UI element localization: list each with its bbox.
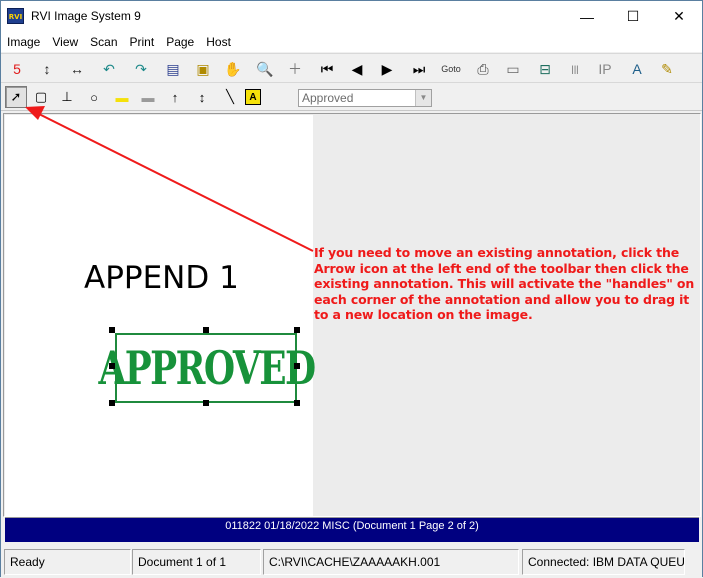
double-arrow-line-icon[interactable]: ↕	[191, 86, 213, 108]
window-title: RVI Image System 9	[31, 9, 141, 23]
menu-print[interactable]: Print	[124, 32, 161, 52]
menu-scan[interactable]: Scan	[84, 32, 123, 52]
zoom-icon[interactable]: 🔍	[253, 58, 277, 80]
handle-top-left[interactable]	[109, 327, 115, 333]
handle-top-right[interactable]	[294, 327, 300, 333]
handle-top-middle[interactable]	[203, 327, 209, 333]
close-button[interactable]: ✕	[656, 1, 702, 32]
first-page-icon[interactable]: ⏮	[315, 58, 339, 80]
goto-page-icon[interactable]: Goto	[439, 58, 463, 80]
menu-bar: Image View Scan Print Page Host	[1, 32, 702, 52]
stamp-icon[interactable]: ⊥	[56, 86, 78, 108]
hand-pan-icon[interactable]: ✋	[221, 58, 245, 80]
status-document: Document 1 of 1	[132, 549, 261, 575]
handle-bottom-left[interactable]	[109, 400, 115, 406]
approved-stamp-annotation[interactable]: APPROVED	[98, 333, 316, 403]
previous-page-icon[interactable]: ◀	[345, 58, 369, 80]
text-note-icon[interactable]: A	[245, 89, 261, 105]
title-bar[interactable]: RVI RVI Image System 9 — ☐ ✕	[1, 1, 702, 32]
rotate-left-icon[interactable]: ↶	[97, 58, 121, 80]
select-area-icon[interactable]: ▣	[191, 58, 215, 80]
rvi-logo-icon: RVI	[7, 8, 24, 24]
status-bar: Ready Document 1 of 1 C:\RVI\CACHE\ZAAAA…	[1, 546, 702, 577]
menu-view[interactable]: View	[46, 32, 84, 52]
annotation-toolbar: Approved ▼ ➚ ▢ ⊥ ○ ▬ ▬ ↑ ↕ ╲ A	[1, 84, 702, 111]
redact-icon[interactable]: ▬	[137, 86, 159, 108]
vertical-arrows-icon[interactable]: ↕	[35, 58, 59, 80]
menu-image[interactable]: Image	[1, 32, 46, 52]
document-page[interactable]: APPEND 1 APPROVED	[5, 115, 316, 517]
highlighter-icon[interactable]: ▬	[111, 86, 133, 108]
document-heading: APPEND 1	[84, 260, 239, 296]
minimize-button[interactable]: —	[564, 1, 610, 32]
crosshair-icon[interactable]: ＋	[283, 58, 307, 80]
image-viewer[interactable]: APPEND 1 APPROVED If you need to move an…	[3, 113, 701, 517]
handle-bottom-right[interactable]	[294, 400, 300, 406]
fax-icon[interactable]: ▭	[501, 58, 525, 80]
main-toolbar: 5 ↕ ↔ ↶ ↷ ▤ ▣ ✋ 🔍 ＋ ⏮ ◀ ▶ ⏭ Goto ⎙ ▭ ⊟ ||| IP A ✎	[1, 53, 702, 83]
next-page-icon[interactable]: ▶	[375, 58, 399, 80]
menu-page[interactable]: Page	[160, 32, 200, 52]
ip-icon[interactable]: IP	[593, 58, 617, 80]
document-info-bar: 011822 01/18/2022 MISC (Document 1 Page …	[5, 517, 699, 542]
horizontal-arrows-icon[interactable]: ↔	[65, 58, 89, 80]
arrow-select-icon[interactable]: ➚	[5, 86, 27, 108]
dropdown-arrow-icon[interactable]: ▼	[415, 90, 431, 106]
font-icon[interactable]: A	[625, 58, 649, 80]
status-path: C:\RVI\CACHE\ZAAAAAKH.001	[263, 549, 519, 575]
red-s-icon[interactable]: 5	[5, 58, 29, 80]
print-icon[interactable]: ⎙	[471, 58, 495, 80]
line-icon[interactable]: ╲	[219, 86, 241, 108]
help-annotation-note: If you need to move an existing annotati…	[314, 245, 695, 322]
status-connection: Connected: IBM DATA QUEUES	[522, 549, 685, 575]
last-page-icon[interactable]: ⏭	[407, 58, 431, 80]
stamp-label: APPROVED	[97, 341, 316, 395]
ellipse-icon[interactable]: ○	[83, 86, 105, 108]
handle-middle-left[interactable]	[109, 363, 115, 369]
barcode-icon[interactable]: |||	[563, 58, 587, 80]
wand-icon[interactable]: ✎	[655, 58, 679, 80]
arrow-up-line-icon[interactable]: ↑	[164, 86, 186, 108]
stamp-type-select[interactable]: Approved ▼	[298, 89, 432, 107]
handle-middle-right[interactable]	[294, 363, 300, 369]
handle-bottom-middle[interactable]	[203, 400, 209, 406]
status-ready: Ready	[4, 549, 131, 575]
rotate-right-icon[interactable]: ↷	[129, 58, 153, 80]
stamp-type-value: Approved	[302, 91, 354, 105]
rounded-rect-icon[interactable]: ▢	[30, 86, 52, 108]
maximize-button[interactable]: ☐	[610, 1, 656, 32]
thumbnails-icon[interactable]: ▤	[161, 58, 185, 80]
app-window: RVI RVI Image System 9 — ☐ ✕ Image View …	[0, 0, 703, 577]
menu-host[interactable]: Host	[200, 32, 237, 52]
scanner-icon[interactable]: ⊟	[533, 58, 557, 80]
